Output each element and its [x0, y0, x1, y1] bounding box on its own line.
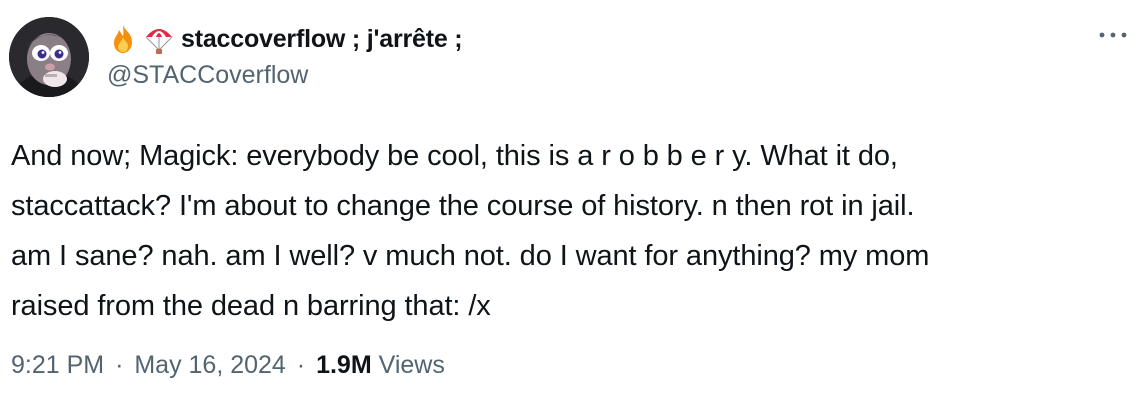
tweet-text: And now; Magick: everybody be cool, this… [11, 131, 1131, 331]
tweet-date: May 16, 2024 [134, 351, 286, 379]
more-icon [1099, 32, 1127, 38]
views-count: 1.9M [316, 351, 372, 379]
views-label: Views [378, 351, 445, 379]
avatar[interactable] [9, 17, 89, 97]
user-handle[interactable]: @STACCoverflow [107, 61, 1086, 90]
tweet-meta: 9:21 PM · May 16, 2024 · 1.9M Views [11, 351, 445, 380]
tweet-text-line: And now; Magick: everybody be cool, this… [11, 140, 898, 172]
display-name[interactable]: staccoverflow ; j'arrête ; [181, 25, 463, 54]
parachute-icon [143, 23, 175, 55]
tweet-text-line: raised from the dead n barring that: /x [11, 290, 491, 322]
meta-separator: · [296, 351, 306, 379]
name-row: staccoverflow ; j'arrête ; [107, 21, 1086, 57]
more-options-button[interactable] [1098, 26, 1128, 44]
timestamp-link[interactable]: 9:21 PM · May 16, 2024 [11, 351, 293, 379]
tweet-text-line: staccattack? I'm about to change the cou… [11, 190, 915, 222]
tweet-header: staccoverflow ; j'arrête ; @STACCoverflo… [107, 21, 1086, 90]
tweet-time: 9:21 PM [11, 351, 105, 379]
fire-icon [107, 23, 139, 55]
tweet-card: staccoverflow ; j'arrête ; @STACCoverflo… [0, 0, 1146, 404]
tweet-text-line: am I sane? nah. am I well? v much not. d… [11, 240, 930, 272]
meta-separator: · [115, 351, 124, 379]
avatar-image [9, 17, 89, 97]
